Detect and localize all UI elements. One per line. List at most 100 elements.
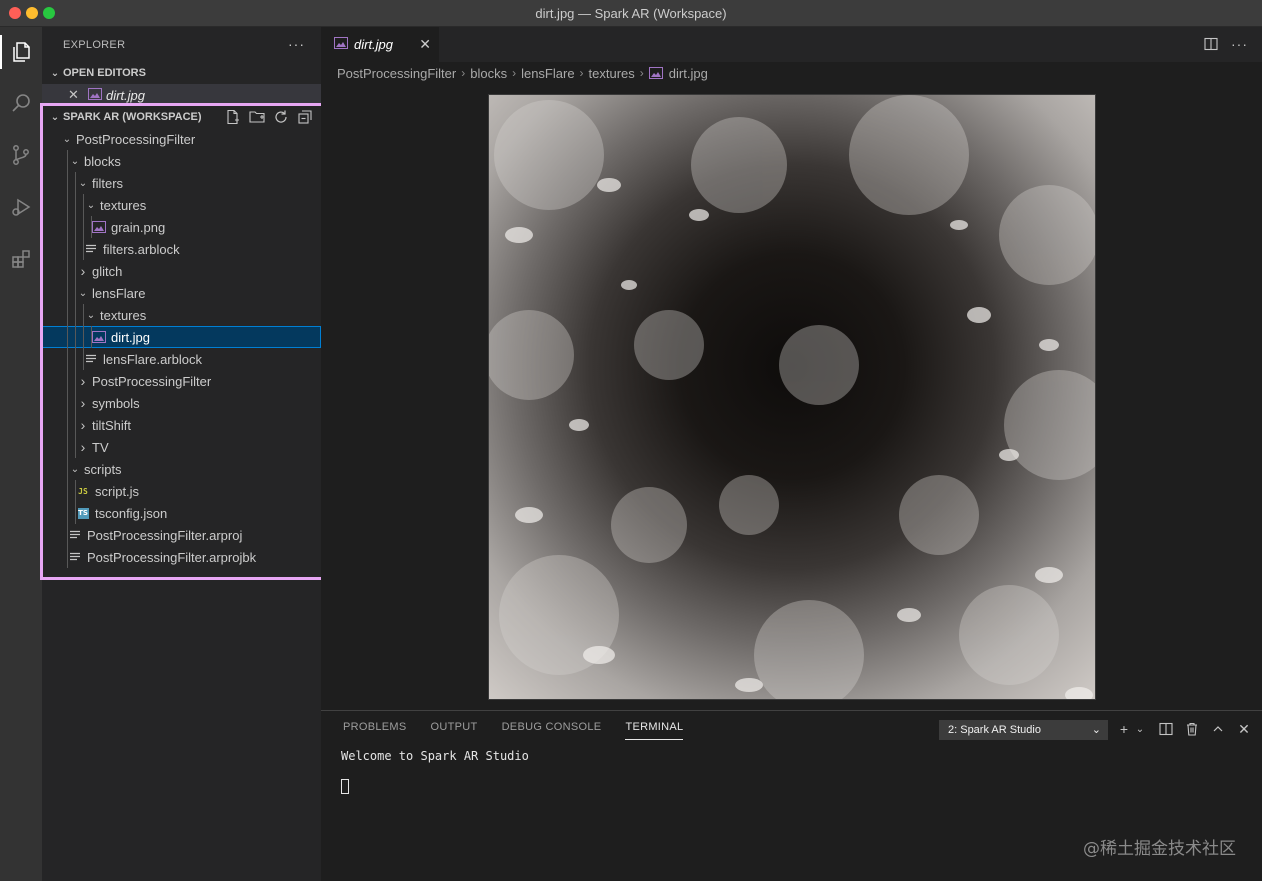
tree-folder[interactable]: ⌄ lensFlare [42,282,321,304]
tree-file[interactable]: PostProcessingFilter.arprojbk [42,546,321,568]
indent-guide [67,194,68,216]
terminal-cursor[interactable] [341,779,349,794]
tree-folder[interactable]: ⌄ textures [42,194,321,216]
tree-folder[interactable]: › glitch [42,260,321,282]
tree-file[interactable]: dirt.jpg [42,326,321,348]
new-terminal-icon[interactable]: + [1116,720,1132,738]
tree-item-label: tiltShift [92,417,132,433]
refresh-icon[interactable] [273,109,289,125]
close-icon[interactable]: ✕ [419,36,431,53]
tree-folder[interactable]: ⌄ scripts [42,458,321,480]
tree-item-label: tsconfig.json [95,505,168,521]
explorer-icon[interactable] [0,31,42,73]
chevron-right-icon: › [80,417,86,433]
tree-folder[interactable]: ⌄ blocks [42,150,321,172]
image-file-icon [648,67,663,79]
indent-guide [67,502,68,524]
indent-guide [75,172,76,194]
more-actions-icon[interactable]: ··· [288,36,305,52]
tree-item-label: glitch [92,263,123,279]
tree-folder[interactable]: › symbols [42,392,321,414]
tree-item-label: PostProcessingFilter.arproj [87,527,243,543]
search-icon[interactable] [0,82,42,124]
terminal-output: Welcome to Spark AR Studio [341,749,529,763]
tree-file[interactable]: TS tsconfig.json [42,502,321,524]
run-debug-icon[interactable] [0,186,42,228]
tree-item-label: textures [100,307,147,323]
tab-problems[interactable]: PROBLEMS [343,721,407,740]
breadcrumb-item[interactable]: PostProcessingFilter [337,66,456,81]
js-file-icon: JS [78,486,88,496]
tab-output[interactable]: OUTPUT [431,721,478,740]
tree-folder[interactable]: ⌄ PostProcessingFilter [42,128,321,150]
breadcrumb-item[interactable]: blocks [470,66,507,81]
indent-guide [75,414,76,436]
open-editor-item[interactable]: ✕ dirt.jpg [42,84,321,106]
tree-folder[interactable]: ⌄ filters [42,172,321,194]
breadcrumb-item[interactable]: dirt.jpg [669,66,708,81]
indent-guide [67,392,68,414]
trash-icon[interactable] [1184,720,1200,738]
new-folder-icon[interactable] [249,109,265,125]
close-icon[interactable]: ✕ [68,87,82,103]
chevron-down-icon: ⌄ [86,199,96,211]
tab-terminal[interactable]: TERMINAL [625,721,684,740]
tree-item-label: lensFlare.arblock [103,351,202,367]
extensions-icon[interactable] [0,238,42,280]
open-editors-section[interactable]: ⌄ OPEN EDITORS [42,62,321,84]
tree-item-label: TV [92,439,109,455]
breadcrumb-item[interactable]: lensFlare [521,66,574,81]
more-actions-icon[interactable]: ··· [1231,36,1248,52]
chevron-down-icon: ⌄ [78,287,88,299]
tree-item-label: symbols [92,395,140,411]
indent-guide [67,458,68,480]
tree-item-label: dirt.jpg [111,329,151,345]
text-file-icon [68,550,82,564]
maximize-panel-icon[interactable] [1210,720,1226,738]
tree-folder[interactable]: ⌄ textures [42,304,321,326]
breadcrumb-item[interactable]: textures [589,66,635,81]
activity-bar [0,27,42,881]
indent-guide [75,216,76,238]
open-editor-label: dirt.jpg [106,87,146,103]
indent-guide [83,238,84,260]
chevron-down-icon[interactable]: ⌄ [1132,720,1148,738]
tree-file[interactable]: JS script.js [42,480,321,502]
split-editor-icon[interactable] [1203,36,1219,52]
tree-file[interactable]: filters.arblock [42,238,321,260]
indent-guide [67,370,68,392]
chevron-right-icon: › [80,373,86,389]
source-control-icon[interactable] [0,134,42,176]
indent-guide [75,194,76,216]
editor-area [321,84,1262,710]
image-preview [488,94,1096,700]
workspace-section[interactable]: ⌄ SPARK AR (WORKSPACE) [42,106,321,128]
ts-config-icon: TS [77,507,89,519]
tree-item-label: filters [92,175,124,191]
bottom-panel: PROBLEMS OUTPUT DEBUG CONSOLE TERMINAL 2… [321,710,1262,881]
split-terminal-icon[interactable] [1158,720,1174,738]
chevron-right-icon: › [579,66,584,80]
tree-folder[interactable]: › TV [42,436,321,458]
tree-folder[interactable]: › PostProcessingFilter [42,370,321,392]
terminal-select[interactable]: 2: Spark AR Studio ⌄ [939,720,1108,740]
indent-guide [75,392,76,414]
tab-dirt-jpg[interactable]: dirt.jpg ✕ [321,27,439,62]
collapse-all-icon[interactable] [297,109,313,125]
tab-debug-console[interactable]: DEBUG CONSOLE [502,721,602,740]
close-panel-icon[interactable]: ✕ [1236,720,1252,738]
chevron-down-icon: ⌄ [78,177,88,189]
tree-file[interactable]: lensFlare.arblock [42,348,321,370]
indent-guide [67,524,68,546]
tree-file[interactable]: grain.png [42,216,321,238]
tree-folder[interactable]: › tiltShift [42,414,321,436]
new-file-icon[interactable] [225,109,241,125]
tree-file[interactable]: PostProcessingFilter.arproj [42,524,321,546]
tree-item-label: PostProcessingFilter.arprojbk [87,549,257,565]
chevron-right-icon: › [80,395,86,411]
indent-guide [67,260,68,282]
indent-guide [75,282,76,304]
indent-guide [75,260,76,282]
indent-guide [75,436,76,458]
chevron-right-icon: › [639,66,644,80]
